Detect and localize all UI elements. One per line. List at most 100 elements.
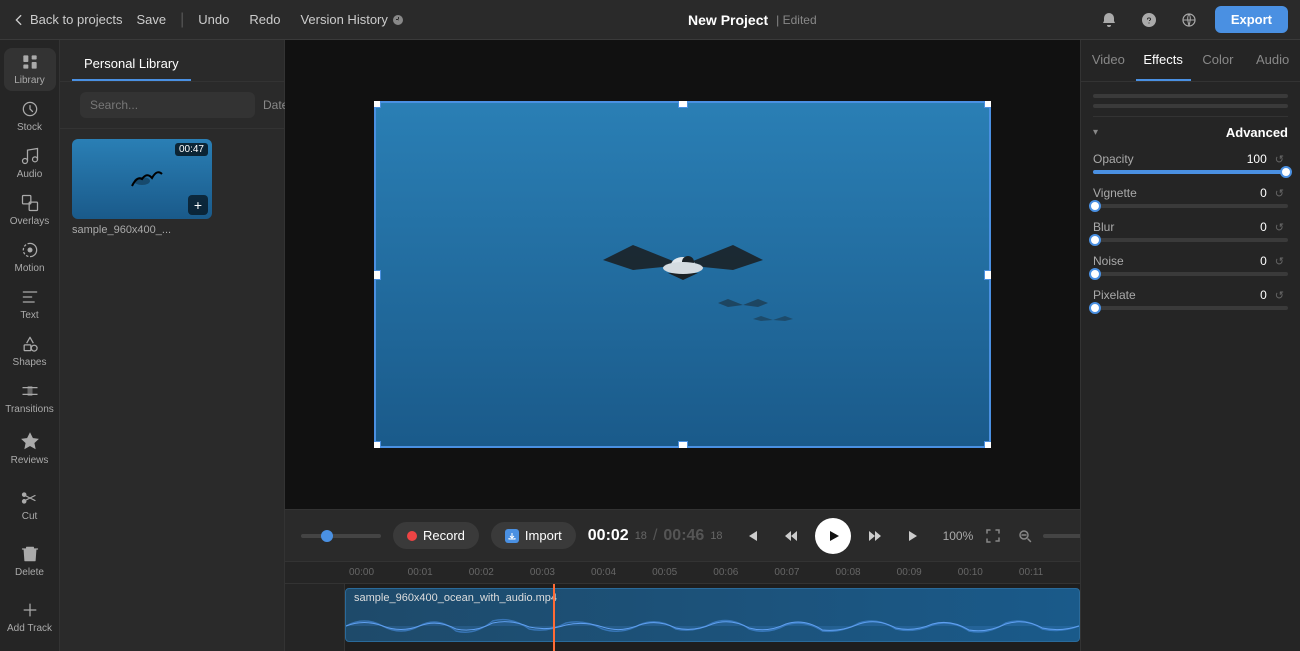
sidebar-item-add-track[interactable]: Add Track [4,591,56,643]
record-button[interactable]: Record [393,522,479,549]
play-button[interactable] [815,518,851,554]
record-dot [407,531,417,541]
library-search-bar: Date [60,82,284,129]
sidebar-item-shapes[interactable]: Shapes [4,329,56,372]
pixelate-reset[interactable]: ↺ [1271,289,1288,302]
tab-video[interactable]: Video [1081,40,1136,81]
video-canvas [374,101,991,448]
fullscreen-button[interactable] [979,522,1007,550]
sidebar-item-transitions[interactable]: Transitions [4,376,56,419]
blur-reset[interactable]: ↺ [1271,221,1288,234]
pixelate-value: 0 [1260,288,1267,302]
export-button[interactable]: Export [1215,6,1288,33]
edited-badge: | Edited [776,13,816,27]
vignette-reset[interactable]: ↺ [1271,187,1288,200]
track-content[interactable]: sample_960x400_ocean_with_audio.mp4 [345,584,1080,651]
media-name: sample_960x400_... [72,224,212,236]
sidebar-bottom: Reviews Cut Delete Add Track [4,423,56,643]
back-button[interactable]: Back to projects [12,12,123,27]
sidebar-item-text[interactable]: Text [4,282,56,325]
noise-reset[interactable]: ↺ [1271,255,1288,268]
blur-label: Blur [1093,220,1114,234]
zoom-track[interactable] [1043,534,1080,538]
noise-thumb[interactable] [1089,268,1101,280]
opacity-thumb[interactable] [1280,166,1292,178]
playhead [553,584,555,651]
blur-slider-row: Blur 0 ↺ [1093,220,1288,242]
version-history-button[interactable]: Version History [294,8,409,31]
ruler-spacer [285,562,345,583]
top-slider-section [1093,94,1288,117]
tab-personal-library[interactable]: Personal Library [72,48,191,81]
media-duration: 00:47 [175,143,208,156]
vignette-track[interactable] [1093,204,1288,208]
search-input[interactable] [80,92,255,118]
pixelate-thumb[interactable] [1089,302,1101,314]
tab-effects[interactable]: Effects [1136,40,1191,81]
noise-track[interactable] [1093,272,1288,276]
sidebar-item-library[interactable]: Library [4,48,56,91]
left-sidebar: Library Stock Audio Overlays Motion Text… [0,40,60,651]
top-slider-1[interactable] [1093,94,1288,98]
track-labels [285,584,345,651]
sidebar-item-motion[interactable]: Motion [4,236,56,279]
pixelate-label: Pixelate [1093,288,1136,302]
rewind-button[interactable] [775,520,807,552]
time-display: 00:02 18 / 00:46 18 [588,527,723,545]
bird-scene [374,101,991,448]
opacity-slider-row: Opacity 100 ↺ [1093,152,1288,174]
right-panel: Video Effects Color Audio ▾ Advanced [1080,40,1300,651]
blur-thumb[interactable] [1089,234,1101,246]
timeline-tracks-area: sample_960x400_ocean_with_audio.mp4 [285,584,1080,651]
import-button[interactable]: Import [491,522,576,549]
vignette-label: Vignette [1093,186,1137,200]
skip-forward-button[interactable] [899,520,931,552]
library-content: 00:47 + sample_960x400_... [60,129,284,651]
sidebar-item-cut[interactable]: Cut [4,479,56,531]
blur-track[interactable] [1093,238,1288,242]
pixelate-track[interactable] [1093,306,1288,310]
scrub-track[interactable] [301,534,381,538]
vignette-thumb[interactable] [1089,200,1101,212]
topbar: Back to projects Save | Undo Redo Versio… [0,0,1300,40]
scrub-thumb[interactable] [321,530,333,542]
top-slider-2[interactable] [1093,104,1288,108]
undo-button[interactable]: Undo [192,8,235,31]
zoom-controls: 100% [943,522,1080,550]
center-panel: Record Import 00:02 18 / 00:46 18 [285,40,1080,651]
sidebar-item-overlays[interactable]: Overlays [4,189,56,232]
sidebar-item-reviews[interactable]: Reviews [4,423,56,475]
playback-bar: Record Import 00:02 18 / 00:46 18 [285,509,1080,561]
clip-name: sample_960x400_ocean_with_audio.mp4 [346,589,1079,607]
media-thumbnail[interactable]: 00:47 + [72,139,212,219]
opacity-reset[interactable]: ↺ [1271,153,1288,166]
video-preview [285,40,1080,509]
sidebar-item-audio[interactable]: Audio [4,142,56,185]
media-add-button[interactable]: + [188,195,208,215]
playback-controls [735,518,931,554]
topbar-left: Back to projects Save | Undo Redo Versio… [12,8,410,31]
help-button[interactable] [1135,6,1163,34]
opacity-label: Opacity [1093,152,1134,166]
fast-forward-button[interactable] [859,520,891,552]
sidebar-item-stock[interactable]: Stock [4,95,56,138]
project-title: New Project [688,12,768,28]
language-button[interactable] [1175,6,1203,34]
advanced-section-header[interactable]: ▾ Advanced [1093,125,1288,140]
zoom-out-button[interactable] [1013,524,1037,548]
panel-tabs: Video Effects Color Audio [1081,40,1300,82]
redo-button[interactable]: Redo [243,8,286,31]
advanced-section: ▾ Advanced Opacity 100 ↺ [1093,125,1288,310]
noise-slider-row: Noise 0 ↺ [1093,254,1288,276]
timeline-clip[interactable]: sample_960x400_ocean_with_audio.mp4 [345,588,1080,642]
advanced-title: Advanced [1226,125,1288,140]
notifications-button[interactable] [1095,6,1123,34]
save-button[interactable]: Save [131,8,173,31]
current-fps: 18 [635,530,647,542]
tab-audio[interactable]: Audio [1245,40,1300,81]
skip-back-button[interactable] [735,520,767,552]
opacity-track[interactable] [1093,170,1288,174]
library-tabs: Personal Library [60,40,284,82]
tab-color[interactable]: Color [1191,40,1246,81]
sidebar-item-delete[interactable]: Delete [4,535,56,587]
